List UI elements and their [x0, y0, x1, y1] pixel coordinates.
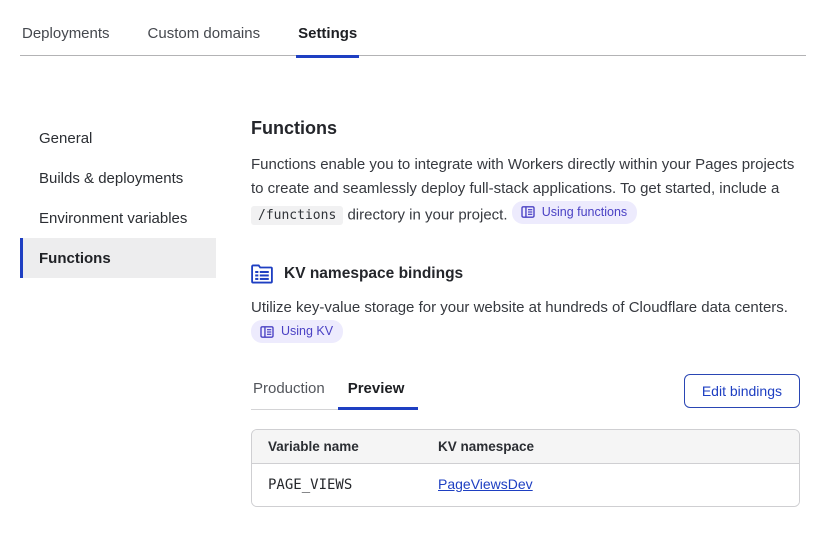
functions-description-text-2: directory in your project. — [343, 206, 508, 224]
using-kv-doc-link[interactable]: Using KV — [251, 320, 344, 343]
kv-namespace-link[interactable]: PageViewsDev — [438, 476, 533, 492]
book-icon — [260, 325, 274, 338]
edit-bindings-button[interactable]: Edit bindings — [683, 373, 800, 408]
kv-bindings-header: KV namespace bindings — [251, 264, 800, 284]
column-header-kv-namespace: KV namespace — [438, 438, 535, 454]
tab-settings[interactable]: Settings — [296, 23, 360, 58]
sidebar-item-environment-variables[interactable]: Environment variables — [20, 198, 216, 238]
using-kv-label: Using KV — [281, 324, 334, 339]
sidebar-item-general[interactable]: General — [20, 118, 216, 158]
settings-sidebar: General Builds & deployments Environment… — [20, 118, 216, 507]
using-functions-label: Using functions — [541, 205, 628, 219]
sidebar-item-functions[interactable]: Functions — [20, 238, 216, 278]
kv-bindings-table: Variable name KV namespace PAGE_VIEWS Pa… — [251, 428, 800, 507]
functions-description: Functions enable you to integrate with W… — [251, 153, 800, 228]
functions-settings-panel: Functions Functions enable you to integr… — [216, 118, 806, 507]
top-tab-bar: Deployments Custom domains Settings — [0, 0, 826, 58]
table-header-row: Variable name KV namespace — [252, 429, 799, 464]
settings-layout: General Builds & deployments Environment… — [0, 118, 826, 507]
kv-description: Utilize key-value storage for your websi… — [251, 296, 800, 346]
functions-description-text: Functions enable you to integrate with W… — [251, 156, 795, 197]
kv-description-text: Utilize key-value storage for your websi… — [251, 299, 788, 317]
tab-custom-domains[interactable]: Custom domains — [146, 23, 263, 58]
project-tabs: Deployments Custom domains Settings — [20, 22, 806, 58]
tab-deployments[interactable]: Deployments — [20, 23, 112, 58]
book-icon — [521, 206, 535, 219]
environment-tabs-row: Production Preview Edit bindings — [251, 373, 800, 410]
tab-preview[interactable]: Preview — [337, 380, 418, 410]
sidebar-item-builds-deployments[interactable]: Builds & deployments — [20, 158, 216, 198]
tab-production[interactable]: Production — [251, 380, 338, 410]
using-functions-doc-link[interactable]: Using functions — [511, 201, 638, 224]
variable-name-cell: PAGE_VIEWS — [268, 476, 353, 493]
table-row: PAGE_VIEWS PageViewsDev — [252, 463, 799, 506]
column-header-variable-name: Variable name — [268, 438, 359, 454]
kv-bindings-icon — [251, 264, 273, 284]
functions-directory-code: /functions — [251, 206, 344, 226]
environment-tabs: Production Preview — [251, 380, 418, 410]
page-title: Functions — [251, 118, 337, 138]
kv-bindings-title: KV namespace bindings — [284, 265, 464, 283]
